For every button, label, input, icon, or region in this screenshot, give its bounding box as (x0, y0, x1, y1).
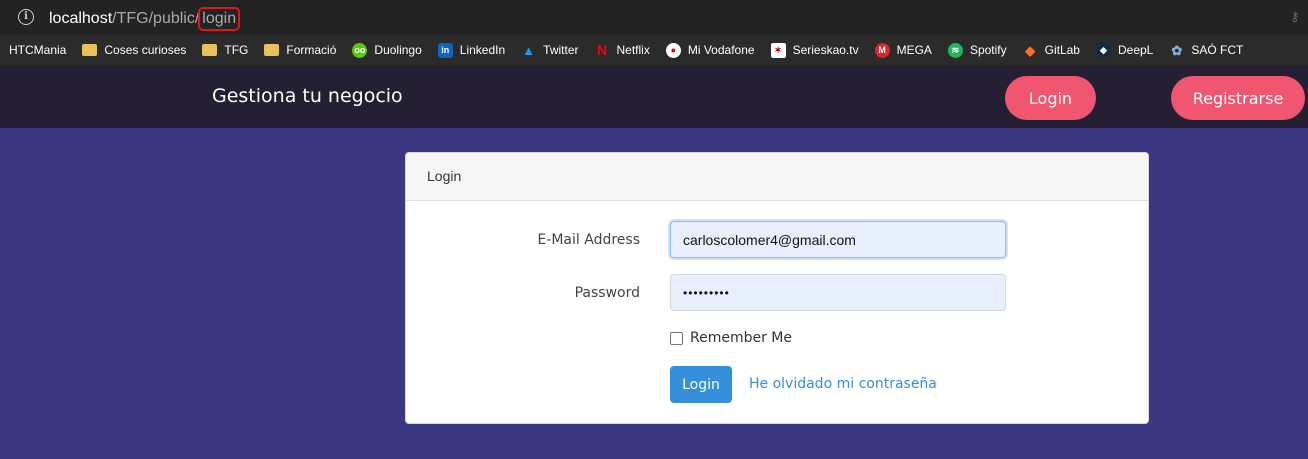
bookmark-label: HTCMania (9, 43, 67, 57)
bookmark-label: GitLab (1044, 43, 1080, 57)
password-label: Password (574, 285, 640, 301)
bookmark-label: LinkedIn (459, 43, 506, 57)
sao-icon: ✿ (1171, 42, 1183, 58)
folder-icon (82, 44, 98, 56)
twitter-icon: ▲ (522, 42, 536, 58)
url-host: localhost (49, 10, 113, 27)
bookmark-twitter[interactable]: ▲ Twitter (521, 43, 578, 58)
email-label: E-Mail Address (537, 232, 640, 248)
linkedin-icon: in (437, 42, 453, 58)
bookmark-vodafone[interactable]: ● Mi Vodafone (665, 42, 755, 58)
bookmark-deepl[interactable]: ◆ DeepL (1095, 42, 1154, 58)
bookmark-label: MEGA (896, 43, 932, 57)
bookmark-label: Twitter (543, 43, 579, 57)
remember-checkbox[interactable] (670, 331, 683, 345)
bookmark-label: Coses curioses (104, 43, 187, 57)
bookmark-label: Duolingo (374, 43, 422, 57)
bookmark-htcmania[interactable]: HTCMania (9, 43, 66, 57)
gitlab-icon: ◆ (1025, 42, 1036, 58)
url-highlight: login (198, 7, 241, 31)
app-navbar: Gestiona tu negocio Login Registrarse (0, 65, 1308, 128)
mega-icon: M (874, 42, 890, 58)
bookmark-spotify[interactable]: ≋ Spotify (947, 42, 1007, 58)
password-field[interactable]: ••••••••• (670, 274, 1006, 311)
serieskao-icon: ✶ (770, 42, 786, 58)
bookmark-formacio[interactable]: Formació (264, 43, 336, 57)
login-card: Login E-Mail Address carloscolomer4@gmai… (405, 152, 1149, 424)
duolingo-icon: oo (352, 42, 368, 58)
bookmark-sao-fct[interactable]: ✿ SAÓ FCT (1169, 43, 1243, 58)
folder-icon (202, 44, 218, 56)
bookmark-tfg[interactable]: TFG (202, 43, 248, 57)
bookmark-linkedin[interactable]: in LinkedIn (437, 42, 506, 58)
bookmark-label: DeepL (1117, 43, 1154, 57)
deepl-icon: ◆ (1095, 42, 1111, 58)
folder-icon (264, 44, 280, 56)
brand-title[interactable]: Gestiona tu negocio (212, 85, 403, 107)
bookmark-serieskao[interactable]: ✶ Serieskao.tv (770, 42, 859, 58)
bookmark-label: Netflix (616, 43, 650, 57)
nav-register-button[interactable]: Registrarse (1171, 76, 1305, 120)
bookmark-label: Serieskao.tv (792, 43, 859, 57)
bookmark-coses-curioses[interactable]: Coses curioses (82, 43, 186, 57)
login-submit-button[interactable]: Login (670, 366, 732, 403)
bookmark-duolingo[interactable]: oo Duolingo (352, 42, 422, 58)
bookmark-netflix[interactable]: N Netflix (595, 41, 650, 58)
bookmark-label: Formació (286, 43, 337, 57)
nav-login-button[interactable]: Login (1005, 76, 1096, 120)
netflix-icon: N (596, 41, 608, 58)
bookmark-label: Spotify (969, 43, 1007, 57)
url-text[interactable]: localhost/TFG/public/login (49, 7, 241, 31)
key-icon[interactable]: ⚷ (1290, 10, 1302, 25)
url-path: /TFG/public/ (112, 10, 200, 27)
address-bar[interactable]: i localhost/TFG/public/login ⚷ (0, 0, 1308, 35)
bookmark-mega[interactable]: M MEGA (874, 42, 932, 58)
card-header: Login (406, 153, 1148, 201)
remember-me[interactable]: Remember Me (670, 330, 792, 346)
bookmark-label: TFG (224, 43, 249, 57)
forgot-password-link[interactable]: He olvidado mi contraseña (749, 376, 937, 392)
bookmark-gitlab[interactable]: ◆ GitLab (1023, 43, 1080, 58)
remember-label: Remember Me (690, 330, 792, 346)
bookmarks-bar: HTCMania Coses curioses TFG Formació oo D… (0, 35, 1308, 65)
info-icon[interactable]: i (18, 9, 34, 25)
email-field[interactable]: carloscolomer4@gmail.com (670, 221, 1006, 258)
bookmark-label: SAÓ FCT (1191, 43, 1244, 57)
spotify-icon: ≋ (947, 42, 963, 58)
bookmark-label: Mi Vodafone (687, 43, 755, 57)
vodafone-icon: ● (665, 42, 681, 58)
